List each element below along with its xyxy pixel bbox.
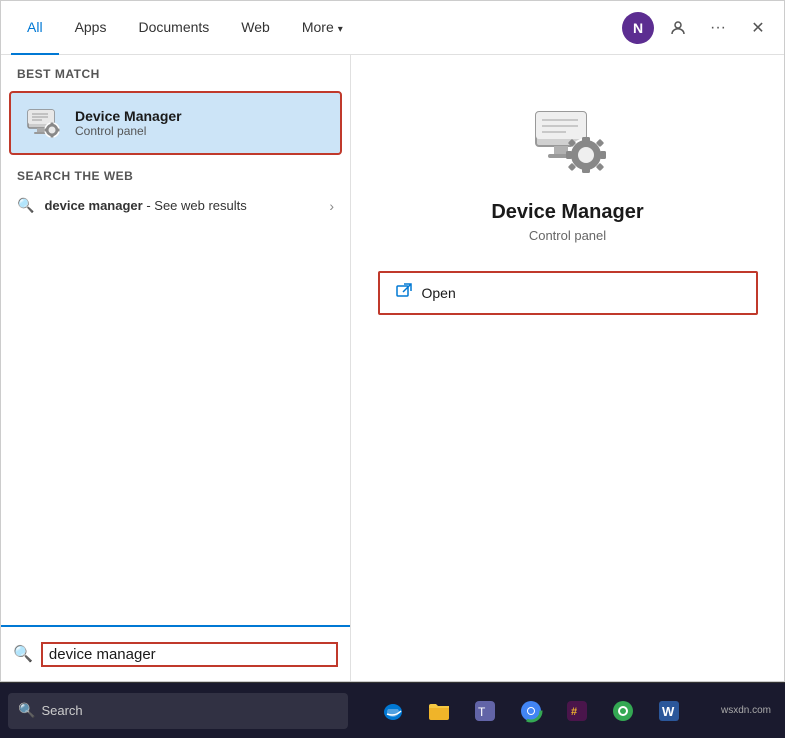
tab-web-label: Web	[241, 19, 270, 35]
taskbar-app-explorer[interactable]	[417, 689, 461, 733]
feedback-icon[interactable]	[662, 12, 694, 44]
web-chevron-icon: ›	[329, 198, 334, 214]
open-label: Open	[422, 285, 456, 301]
web-search-suffix: - See web results	[143, 198, 247, 213]
search-bar: 🔍	[1, 625, 350, 681]
taskbar-app-edge[interactable]	[371, 689, 415, 733]
tab-all[interactable]: All	[11, 1, 59, 55]
user-avatar[interactable]: N	[622, 12, 654, 44]
best-match-text: Device Manager Control panel	[75, 108, 182, 138]
close-icon[interactable]: ✕	[742, 12, 774, 44]
best-match-item[interactable]: Device Manager Control panel	[9, 91, 342, 155]
tab-more-label: More	[302, 19, 334, 35]
tab-apps-label: Apps	[75, 19, 107, 35]
taskbar-app-chrome[interactable]	[509, 689, 553, 733]
taskbar-search-icon: 🔍	[18, 702, 35, 719]
taskbar-app-chrome2[interactable]	[601, 689, 645, 733]
best-match-subtitle: Control panel	[75, 124, 182, 138]
open-icon	[396, 283, 412, 304]
watermark: wsxdn.com	[715, 705, 777, 716]
right-app-name: Device Manager	[491, 201, 643, 224]
search-window: All Apps Documents Web More N	[0, 0, 785, 682]
best-match-section-label: Best match	[1, 55, 350, 87]
web-search-text: device manager - See web results	[44, 198, 319, 213]
svg-text:#: #	[571, 706, 577, 718]
more-options-icon[interactable]: ···	[702, 12, 734, 44]
taskbar-apps: T # W	[352, 689, 711, 733]
best-match-title: Device Manager	[75, 108, 182, 124]
search-icon: 🔍	[17, 197, 34, 214]
open-button[interactable]: Open	[378, 271, 758, 315]
taskbar: 🔍 Search T	[0, 682, 785, 738]
tab-web[interactable]: Web	[225, 1, 286, 55]
close-label: ✕	[751, 18, 764, 38]
taskbar-app-slack[interactable]: #	[555, 689, 599, 733]
nav-right-area: N ··· ✕	[622, 12, 774, 44]
tab-documents-label: Documents	[138, 19, 209, 35]
ellipsis-label: ···	[710, 19, 726, 37]
taskbar-search-text: Search	[41, 703, 82, 718]
left-panel: Best match	[1, 55, 351, 681]
svg-text:W: W	[662, 704, 675, 719]
taskbar-app-word[interactable]: W	[647, 689, 691, 733]
avatar-letter: N	[633, 20, 643, 36]
web-search-query: device manager	[44, 198, 142, 213]
right-app-icon	[523, 95, 613, 185]
tab-apps[interactable]: Apps	[59, 1, 123, 55]
device-manager-icon	[23, 103, 63, 143]
svg-text:T: T	[478, 705, 486, 719]
web-search-label: Search the web	[1, 159, 350, 187]
chevron-down-icon	[338, 19, 343, 35]
tab-documents[interactable]: Documents	[122, 1, 225, 55]
right-panel: Device Manager Control panel Open	[351, 55, 784, 681]
taskbar-app-teams[interactable]: T	[463, 689, 507, 733]
tab-all-label: All	[27, 19, 43, 35]
main-content: Best match	[1, 55, 784, 681]
search-input[interactable]	[41, 642, 338, 667]
web-search-item[interactable]: 🔍 device manager - See web results ›	[1, 187, 350, 224]
right-app-type: Control panel	[529, 228, 606, 243]
search-bar-icon: 🔍	[13, 644, 33, 664]
taskbar-search[interactable]: 🔍 Search	[8, 693, 348, 729]
nav-tabs: All Apps Documents Web More N	[1, 1, 784, 55]
tab-more[interactable]: More	[286, 1, 359, 55]
left-spacer	[1, 224, 350, 625]
